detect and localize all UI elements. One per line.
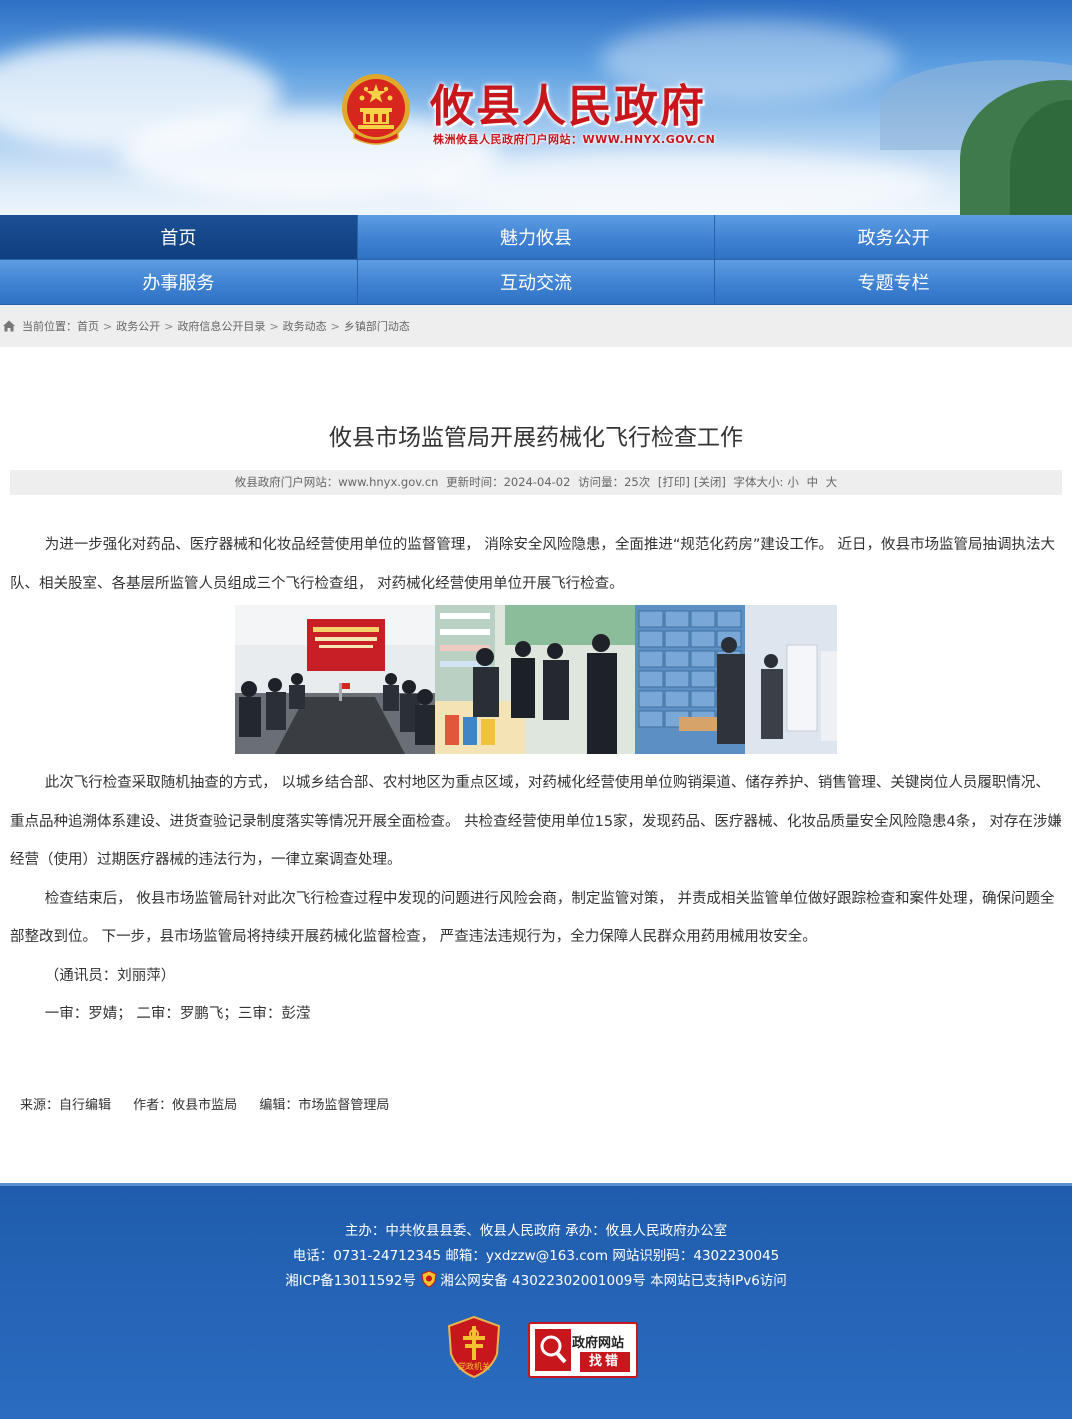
- article-content: 为进一步强化对药品、医疗器械和化妆品经营使用单位的监督管理， 消除安全风险隐患，…: [10, 526, 1062, 1034]
- breadcrumb-link-gov-news[interactable]: 政务动态: [283, 318, 327, 334]
- main-nav: 首页 魅力攸县 政务公开 办事服务 互动交流 专题专栏: [0, 215, 1072, 305]
- article-source: 来源：自行编辑 作者：攸县市监局 编辑：市场监督管理局: [20, 1094, 407, 1113]
- gov-site-error-report-button[interactable]: 政府网站 找错: [528, 1322, 638, 1378]
- national-emblem-icon: [342, 74, 410, 145]
- source-author: 作者：攸县市监局: [133, 1098, 238, 1113]
- article-meta: 攸县政府门户网站：www.hnyx.gov.cn 更新时间：2024-04-02…: [10, 470, 1062, 495]
- icp-link[interactable]: 湘ICP备13011592号: [285, 1273, 416, 1289]
- article-reviewers: 一审：罗婧； 二审：罗鹏飞；三审：彭滢: [44, 1006, 311, 1022]
- article-paragraph: 为进一步强化对药品、医疗器械和化妆品经营使用单位的监督管理， 消除安全风险隐患，…: [10, 537, 1056, 592]
- nav-item-services[interactable]: 办事服务: [0, 260, 358, 305]
- print-link[interactable]: [打印]: [658, 475, 690, 489]
- nav-item-interaction[interactable]: 互动交流: [357, 260, 716, 305]
- meta-updated: 更新时间：2024-04-02: [446, 475, 571, 489]
- nav-item-special-topics[interactable]: 专题专栏: [715, 260, 1072, 305]
- inspection-photo: [235, 605, 837, 754]
- breadcrumb-separator: >: [330, 319, 340, 333]
- article-paragraph: 此次飞行检查采取随机抽查的方式， 以城乡结合部、农村地区为重点区域，对药械化经营…: [10, 775, 1062, 868]
- police-badge-icon: [421, 1270, 437, 1288]
- meta-views: 访问量：25次: [578, 475, 651, 489]
- nav-row: 首页 魅力攸县 政务公开: [0, 215, 1072, 260]
- footer: 主办：中共攸县县委、攸县人民政府 承办：攸县人民政府办公室 电话：0731-24…: [0, 1183, 1072, 1419]
- breadcrumb-link-info-catalog[interactable]: 政府信息公开目录: [177, 318, 265, 334]
- nav-item-home[interactable]: 首页: [0, 215, 358, 260]
- meta-site: 攸县政府门户网站：www.hnyx.gov.cn: [234, 475, 439, 489]
- site-subtitle: 株洲攸县人民政府门户网站：WWW.HNYX.GOV.CN: [433, 133, 716, 146]
- police-record-link[interactable]: 湘公网安备 43022302001009号: [440, 1273, 646, 1289]
- breadcrumb-link-gov-affairs[interactable]: 政务公开: [116, 318, 160, 334]
- banner-cloud: [420, 150, 940, 215]
- breadcrumb-link-home[interactable]: 首页: [77, 318, 99, 334]
- home-icon: [3, 320, 15, 332]
- source-from: 来源：自行编辑: [20, 1098, 112, 1113]
- ipv6-notice: 本网站已支持IPv6访问: [650, 1273, 787, 1289]
- breadcrumb-link-town-news[interactable]: 乡镇部门动态: [344, 318, 410, 334]
- article-correspondent: （通讯员：刘丽萍）: [44, 967, 176, 984]
- font-small-button[interactable]: 小: [787, 475, 799, 489]
- breadcrumb-prefix: 当前位置：: [22, 320, 77, 333]
- source-editor: 编辑：市场监督管理局: [259, 1098, 390, 1113]
- article-title: 攸县市场监管局开展药械化飞行检查工作: [329, 425, 743, 451]
- breadcrumb-separator: >: [269, 319, 279, 333]
- footer-records: 湘ICP备13011592号 湘公网安备 43022302001009号 本网站…: [0, 1269, 1072, 1289]
- error-badge-bottom-label: 找错: [580, 1352, 630, 1372]
- footer-sponsor: 主办：中共攸县县委、攸县人民政府 承办：攸县人民政府办公室: [344, 1223, 728, 1239]
- header-banner: 攸县人民政府 株洲攸县人民政府门户网站：WWW.HNYX.GOV.CN: [0, 0, 1072, 215]
- error-badge-top-label: 政府网站: [572, 1336, 625, 1351]
- nav-item-charm-youxian[interactable]: 魅力攸县: [357, 215, 716, 260]
- breadcrumb-separator: >: [164, 319, 174, 333]
- site-title: 攸县人民政府: [430, 81, 706, 132]
- breadcrumb: 当前位置： 首页 > 政务公开 > 政府信息公开目录 > 政务动态 > 乡镇部门…: [0, 305, 1072, 347]
- party-badge-label: 党政机关: [458, 1361, 490, 1371]
- font-large-button[interactable]: 大: [826, 475, 838, 489]
- font-medium-button[interactable]: 中: [807, 475, 819, 489]
- breadcrumb-separator: >: [103, 319, 113, 333]
- nav-row: 办事服务 互动交流 专题专栏: [0, 260, 1072, 305]
- article-paragraph: 检查结束后， 攸县市场监管局针对此次飞行检查过程中发现的问题进行风险会商，制定监…: [10, 890, 1055, 946]
- close-link[interactable]: [关闭]: [694, 475, 726, 489]
- magnifier-icon: [535, 1329, 571, 1371]
- nav-item-government-affairs[interactable]: 政务公开: [715, 215, 1072, 260]
- party-gov-badge-icon[interactable]: 党政机关: [447, 1316, 501, 1378]
- font-size-label: 字体大小:: [733, 475, 784, 489]
- footer-contact: 电话：0731-24712345 邮箱：yxdzzw@163.com 网站识别码…: [292, 1248, 780, 1264]
